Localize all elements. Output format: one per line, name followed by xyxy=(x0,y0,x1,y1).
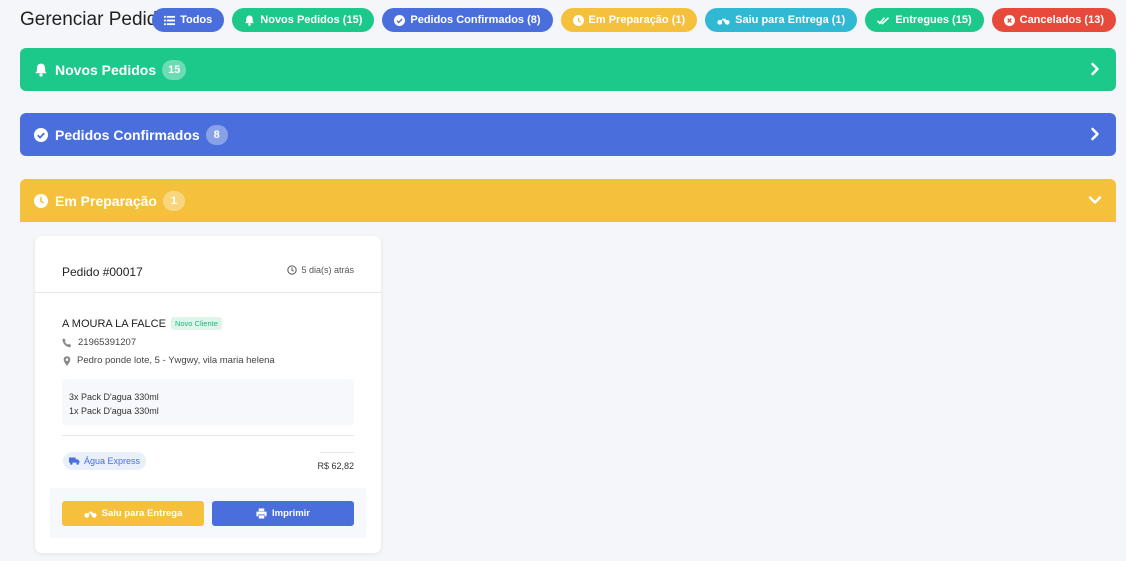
bell-icon xyxy=(35,63,47,77)
chevron-down-icon[interactable] xyxy=(1088,193,1102,207)
clock-icon xyxy=(287,265,298,275)
print-button[interactable]: Imprimir xyxy=(212,501,354,526)
filter-label: Saiu para Entrega (1) xyxy=(735,14,846,26)
customer-phone: 21965391207 xyxy=(62,337,136,348)
bell-icon xyxy=(245,14,255,26)
filter-delivered-button[interactable]: Entregues (15) xyxy=(865,8,984,32)
new-customer-badge: Novo Cliente xyxy=(170,317,222,330)
clock-icon xyxy=(572,14,584,26)
filter-cancelled-button[interactable]: Cancelados (13) xyxy=(991,8,1116,32)
filter-label: Novos Pedidos (15) xyxy=(260,14,363,26)
double-check-icon xyxy=(877,16,890,25)
section-title: Pedidos Confirmados xyxy=(55,126,200,143)
filter-new-button[interactable]: Novos Pedidos (15) xyxy=(232,8,375,32)
store-name: Água Express xyxy=(84,456,141,466)
chevron-right-icon[interactable] xyxy=(1088,127,1102,141)
check-circle-icon xyxy=(34,127,48,142)
filter-label: Pedidos Confirmados (8) xyxy=(410,14,541,26)
filter-label: Entregues (15) xyxy=(895,14,972,26)
address-text: Pedro ponde lote, 5 - Ywgwy, vila maria … xyxy=(77,355,275,366)
filter-label: Em Preparação (1) xyxy=(588,14,686,26)
out-for-delivery-button[interactable]: Saiu para Entrega xyxy=(62,501,204,526)
section-count-badge: 1 xyxy=(162,190,185,211)
list-icon xyxy=(164,15,176,25)
divider xyxy=(320,452,354,453)
filter-label: Cancelados (13) xyxy=(1019,14,1104,26)
customer-name: A MOURA LA FALCE xyxy=(62,317,166,330)
section-preparing-orders[interactable]: Em Preparação 1 xyxy=(20,179,1116,222)
x-circle-icon xyxy=(1003,14,1015,26)
check-circle-icon xyxy=(394,14,406,26)
order-card-header: Pedido #00017 5 dia(s) atrás xyxy=(35,236,381,293)
order-card: Pedido #00017 5 dia(s) atrás A MOURA LA … xyxy=(35,236,381,553)
section-new-orders[interactable]: Novos Pedidos 15 xyxy=(20,48,1116,91)
store-tag: Água Express xyxy=(63,452,147,470)
filter-confirmed-button[interactable]: Pedidos Confirmados (8) xyxy=(382,8,553,32)
section-count-badge: 8 xyxy=(205,124,228,145)
filter-label: Todos xyxy=(180,14,213,26)
button-label: Imprimir xyxy=(271,508,310,519)
filter-preparing-button[interactable]: Em Preparação (1) xyxy=(560,8,698,32)
section-title: Em Preparação xyxy=(55,192,157,209)
motorcycle-icon xyxy=(84,511,97,518)
order-item: 1x Pack D'agua 330ml xyxy=(69,406,159,416)
order-time-text: 5 dia(s) atrás xyxy=(301,265,354,275)
chevron-right-icon[interactable] xyxy=(1088,62,1102,76)
section-confirmed-orders[interactable]: Pedidos Confirmados 8 xyxy=(20,113,1116,156)
truck-icon xyxy=(69,457,80,465)
customer-row: A MOURA LA FALCE Novo Cliente xyxy=(62,317,222,330)
divider xyxy=(62,435,354,436)
order-items: 3x Pack D'agua 330ml 1x Pack D'agua 330m… xyxy=(62,379,354,425)
phone-icon xyxy=(62,337,71,347)
phone-text: 21965391207 xyxy=(78,337,137,348)
order-card-footer: Saiu para Entrega Imprimir xyxy=(50,488,366,538)
filter-bar: Todos Novos Pedidos (15) Pedidos Confirm… xyxy=(152,8,1116,32)
section-title: Novos Pedidos xyxy=(55,61,157,78)
section-count-badge: 15 xyxy=(162,59,187,80)
filter-out-button[interactable]: Saiu para Entrega (1) xyxy=(705,8,858,32)
map-pin-icon xyxy=(63,355,71,366)
order-total: R$ 62,82 xyxy=(317,461,354,471)
motorcycle-icon xyxy=(717,18,730,25)
button-label: Saiu para Entrega xyxy=(101,508,183,519)
order-number: Pedido #00017 xyxy=(62,265,143,279)
filter-all-button[interactable]: Todos xyxy=(152,8,225,32)
order-time: 5 dia(s) atrás xyxy=(287,265,354,275)
printer-icon xyxy=(256,508,267,519)
order-item: 3x Pack D'agua 330ml xyxy=(69,392,159,402)
clock-icon xyxy=(34,193,48,208)
customer-address: Pedro ponde lote, 5 - Ywgwy, vila maria … xyxy=(62,355,275,366)
